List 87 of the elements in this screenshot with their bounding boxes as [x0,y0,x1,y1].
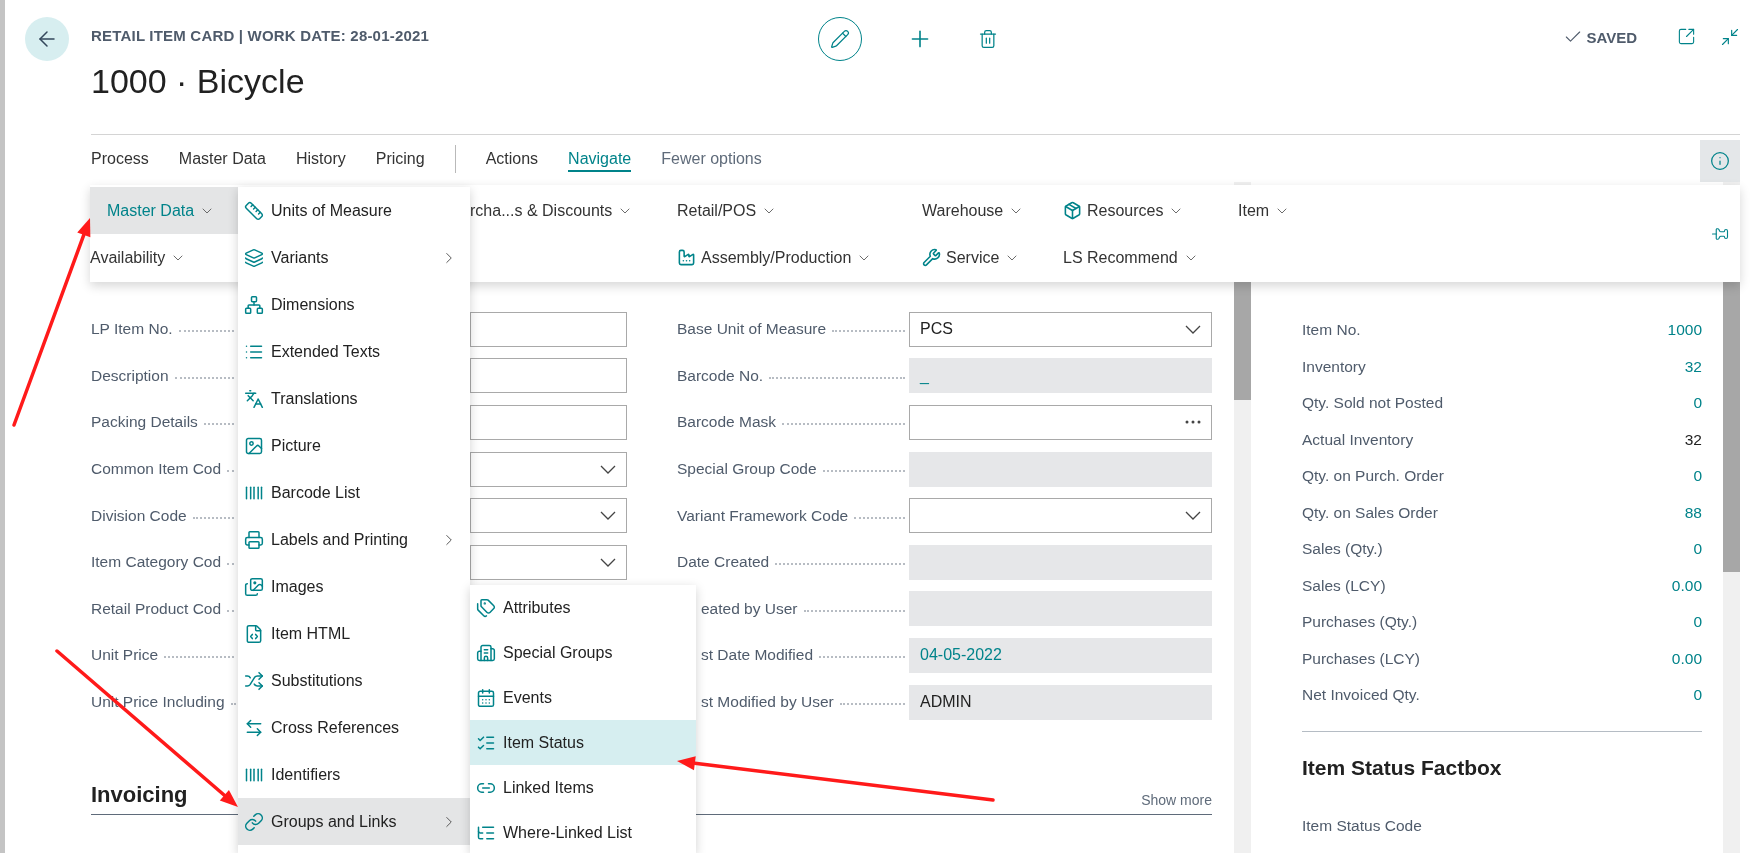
factbox-value[interactable]: 0 [1693,467,1702,486]
submenu-item[interactable]: Special Groups [470,630,696,675]
factbox-value[interactable]: 0 [1693,394,1702,413]
field-label: Unit Price [91,646,159,665]
navigate-menu-item[interactable]: Service [922,234,1021,281]
navigate-menu-item[interactable]: Availability [90,234,187,281]
submenu-item[interactable]: Substitutions [238,657,470,704]
submenu-item[interactable]: Images [238,563,470,610]
factbox-label: Qty. on Purch. Order [1302,467,1444,486]
factbox-label: Qty. Sold not Posted [1302,394,1443,413]
submenu-item[interactable]: Labels and Printing [238,516,470,563]
factbox-value: 32 [1684,430,1702,449]
factbox-label: Sales (LCY) [1302,576,1386,595]
factbox-label: Inventory [1302,357,1366,376]
submenu-item[interactable]: Item HTML [238,610,470,657]
factbox-value[interactable]: 88 [1684,503,1702,522]
field-label: Packing Details [91,413,198,432]
submenu-item[interactable]: Events [470,675,696,720]
read-only-field[interactable]: ADMIN [909,684,1212,720]
field-label: Retail Product Cod [91,599,222,618]
saved-status: SAVED [1586,28,1637,46]
show-more-link[interactable]: Show more [1141,792,1212,809]
submenu-item[interactable]: Picture [238,422,470,469]
field-label: eated by User [701,599,798,618]
submenu-item[interactable]: Identifiers [238,751,470,798]
factbox-label: Purchases (LCY) [1302,649,1420,668]
field-label: Date Created [677,553,770,572]
action-tab[interactable]: History [295,145,346,172]
factbox-label: Net Invoiced Qty. [1302,686,1420,705]
action-tab[interactable]: Pricing [375,145,425,172]
field-label: Barcode Mask [677,413,777,432]
field-label: Division Code [91,506,187,525]
factbox-value[interactable]: 0 [1693,540,1702,559]
factbox-value[interactable]: 1000 [1667,321,1702,340]
navigate-menu-item[interactable]: rcha...s & Discounts [470,187,634,234]
factbox-label: Sales (Qty.) [1302,540,1383,559]
factbox-label: Item Status Code [1302,817,1422,836]
field-label: Description [91,366,169,385]
record-title: 1000 · Bicycle [91,62,306,101]
factbox-label: Item No. [1302,321,1361,340]
factbox-label: Qty. on Sales Order [1302,503,1438,522]
select-field[interactable]: PCS [909,311,1212,347]
navigate-menu-item[interactable]: Retail/POS [677,187,778,234]
navigate-menu-item[interactable]: Resources [1063,187,1185,234]
factbox-label: Purchases (Qty.) [1302,613,1418,632]
action-tab[interactable]: Navigate [568,145,632,172]
field-label: LP Item No. [91,320,173,339]
submenu-item[interactable]: Extended Texts [238,328,470,375]
page-caption: RETAIL ITEM CARD | WORK DATE: 28-01-2021 [91,27,430,44]
action-tab[interactable]: Actions [485,145,539,172]
navigate-menu-item[interactable]: Assembly/Production [677,234,873,281]
submenu-item[interactable]: Where-Linked List [470,810,696,853]
navigate-menu-item[interactable]: LS Recommend [1063,234,1199,281]
factbox-value[interactable]: 32 [1684,357,1702,376]
navigate-menu-item[interactable]: Item [1238,187,1291,234]
field-label: Base Unit of Measure [677,320,827,339]
factbox-value[interactable]: 0.00 [1671,649,1702,668]
field-label: st Modified by User [701,693,834,712]
factbox-label: Actual Inventory [1302,430,1414,449]
factbox-value[interactable]: 0.00 [1671,576,1702,595]
submenu-item[interactable]: Attributes [470,585,696,630]
factbox-title: Item Status Factbox [1302,756,1503,780]
field-label: Common Item Cod [91,460,222,479]
submenu-item[interactable]: Cross References [238,704,470,751]
section-title: Invoicing [91,782,188,809]
submenu-item[interactable]: Groups and Links [238,798,470,845]
read-only-field[interactable]: _ [909,358,1212,394]
action-tab[interactable]: Process [91,145,149,172]
field-label: Item Category Cod [91,553,222,572]
navigate-menu-item[interactable]: Master Data [90,187,238,234]
read-only-field[interactable]: 04-05-2022 [909,637,1212,673]
submenu-item[interactable]: Dimensions [238,281,470,328]
field-label: Barcode No. [677,366,764,385]
action-tab[interactable]: Master Data [178,145,266,172]
fewer-options-link[interactable]: Fewer options [661,149,762,168]
submenu-item[interactable]: Barcode List [238,469,470,516]
submenu-item[interactable]: Variants [238,234,470,281]
field-label: Variant Framework Code [677,506,849,525]
field-label: Special Group Code [677,460,817,479]
factbox-value[interactable]: 0 [1693,613,1702,632]
field-label: st Date Modified [701,646,813,665]
submenu-item[interactable]: Linked Items [470,765,696,810]
submenu-item[interactable]: Units of Measure [238,187,470,234]
submenu-item[interactable]: Translations [238,375,470,422]
submenu-item[interactable]: Item Status [470,720,696,765]
factbox-value[interactable]: 0 [1693,686,1702,705]
navigate-menu-item[interactable]: Warehouse [922,187,1025,234]
